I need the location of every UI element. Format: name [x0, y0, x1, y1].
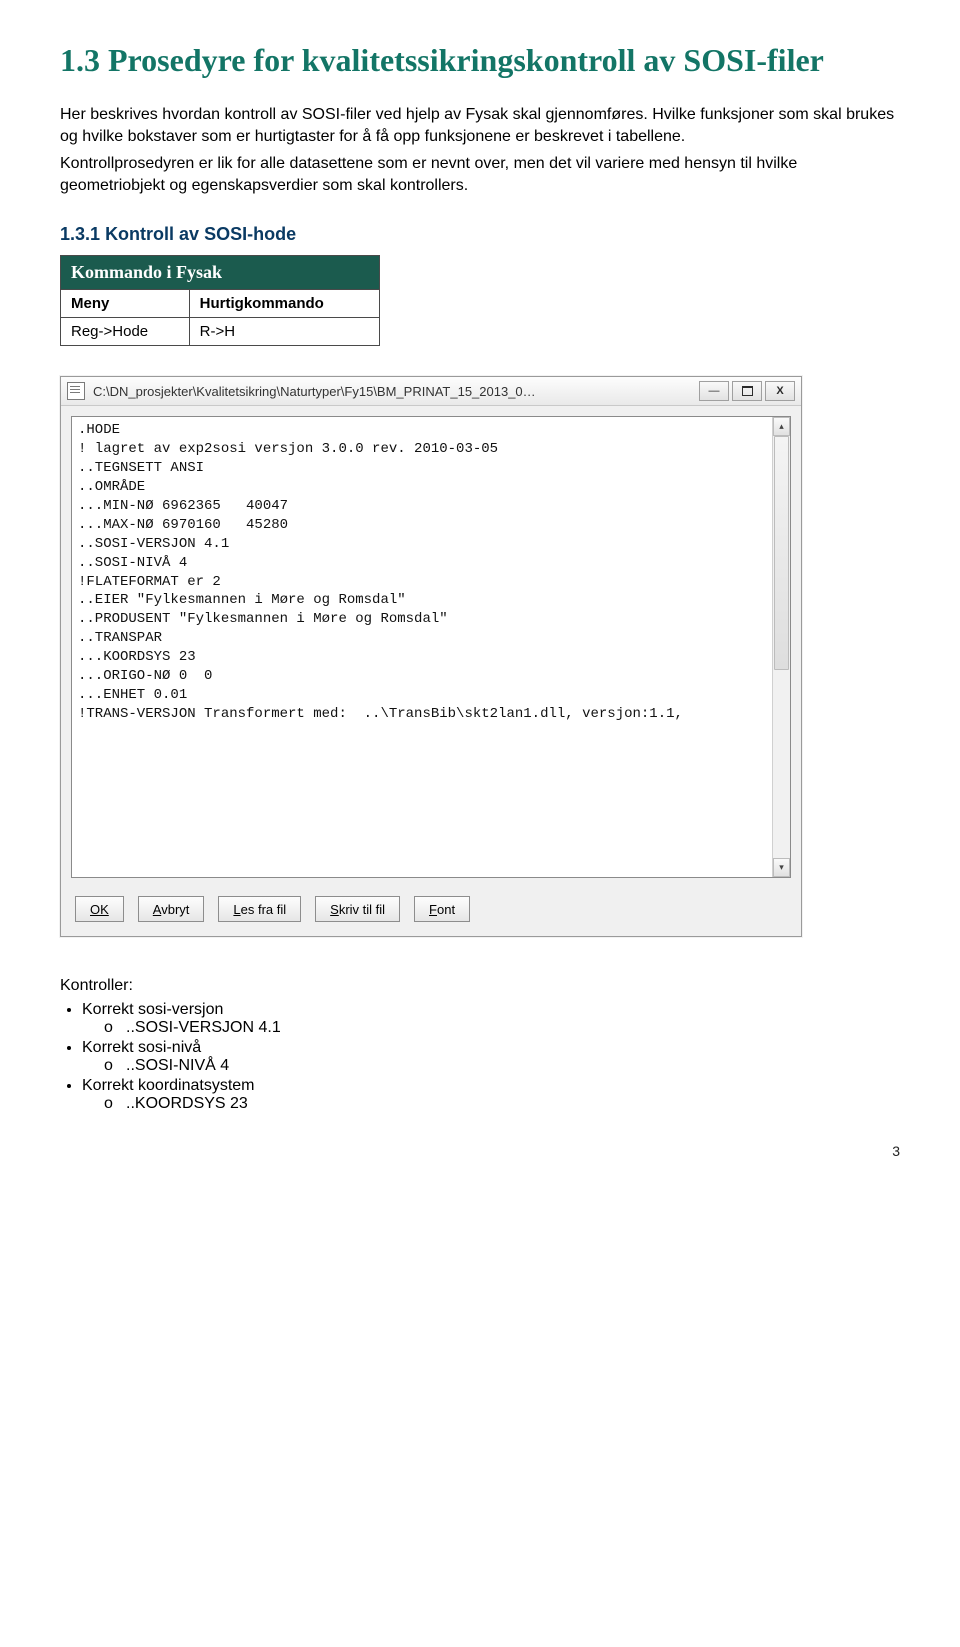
minimize-button[interactable]: — [699, 381, 729, 401]
cmd-col-menu: Meny [61, 290, 190, 318]
cancel-button[interactable]: Avbryt [138, 896, 205, 922]
scroll-down-button[interactable]: ▾ [773, 858, 790, 877]
close-icon: X [776, 385, 783, 397]
scroll-thumb[interactable] [774, 436, 789, 670]
subsection-heading: 1.3.1 Kontroll av SOSI-hode [60, 224, 900, 245]
controller-label: Korrekt sosi-versjon [82, 1001, 223, 1018]
controller-sub: ..SOSI-VERSJON 4.1 [104, 1019, 900, 1037]
command-table: Kommando i Fysak Meny Hurtigkommando Reg… [60, 255, 380, 346]
scroll-track[interactable] [773, 436, 790, 858]
write-prefix: S [330, 902, 339, 917]
sosi-header-content: .HODE ! lagret av exp2sosi versjon 3.0.0… [72, 417, 772, 877]
minimize-icon: — [709, 385, 720, 397]
controller-label: Korrekt sosi-nivå [82, 1039, 201, 1056]
controllers-heading: Kontroller: [60, 977, 900, 995]
write-to-file-button[interactable]: Skriv til fil [315, 896, 400, 922]
cmd-table-header: Kommando i Fysak [61, 256, 380, 290]
list-item: Korrekt sosi-nivå ..SOSI-NIVÅ 4 [82, 1039, 900, 1075]
cancel-rest: vbryt [161, 902, 189, 917]
list-item: Korrekt sosi-versjon ..SOSI-VERSJON 4.1 [82, 1001, 900, 1037]
maximize-button[interactable] [732, 381, 762, 401]
read-rest: es fra fil [241, 902, 287, 917]
cancel-prefix: A [153, 902, 161, 917]
paragraph-1: Her beskrives hvordan kontroll av SOSI-f… [60, 104, 900, 147]
close-button[interactable]: X [765, 381, 795, 401]
font-prefix: F [429, 902, 437, 917]
controller-sub: ..KOORDSYS 23 [104, 1095, 900, 1113]
cmd-menu-value: Reg->Hode [61, 318, 190, 346]
section-title-text: Prosedyre for kvalitetssikringskontroll … [108, 42, 824, 78]
controller-sub: ..SOSI-NIVÅ 4 [104, 1057, 900, 1075]
font-rest: ont [437, 902, 455, 917]
vertical-scrollbar[interactable]: ▴ ▾ [772, 417, 790, 877]
write-rest: kriv til fil [339, 902, 385, 917]
paragraph-2: Kontrollprosedyren er lik for alle datas… [60, 153, 900, 196]
list-item: Korrekt koordinatsystem ..KOORDSYS 23 [82, 1077, 900, 1113]
read-prefix: L [233, 902, 240, 917]
read-from-file-button[interactable]: Les fra fil [218, 896, 301, 922]
subsection-title-text: Kontroll av SOSI-hode [105, 224, 296, 244]
ok-button[interactable]: OK [75, 896, 124, 922]
dialog-titlebar[interactable]: C:\DN_prosjekter\Kvalitetsikring\Naturty… [61, 377, 801, 406]
cmd-shortcut-value: R->H [189, 318, 379, 346]
section-heading: 1.3 Prosedyre for kvalitetssikringskontr… [60, 40, 900, 80]
dialog-button-row: OK Avbryt Les fra fil Skriv til fil Font [61, 888, 801, 936]
section-number: 1.3 [60, 42, 100, 78]
document-icon [67, 382, 85, 400]
subsection-number: 1.3.1 [60, 224, 100, 244]
scroll-up-button[interactable]: ▴ [773, 417, 790, 436]
page-number: 3 [60, 1143, 900, 1159]
sosi-hode-dialog: C:\DN_prosjekter\Kvalitetsikring\Naturty… [60, 376, 802, 937]
ok-button-label: OK [90, 902, 109, 917]
dialog-title-path: C:\DN_prosjekter\Kvalitetsikring\Naturty… [93, 384, 699, 399]
controllers-list: Korrekt sosi-versjon ..SOSI-VERSJON 4.1 … [82, 1001, 900, 1113]
cmd-col-shortcut: Hurtigkommando [189, 290, 379, 318]
sosi-header-textarea[interactable]: .HODE ! lagret av exp2sosi versjon 3.0.0… [71, 416, 791, 878]
font-button[interactable]: Font [414, 896, 470, 922]
controller-label: Korrekt koordinatsystem [82, 1077, 255, 1094]
